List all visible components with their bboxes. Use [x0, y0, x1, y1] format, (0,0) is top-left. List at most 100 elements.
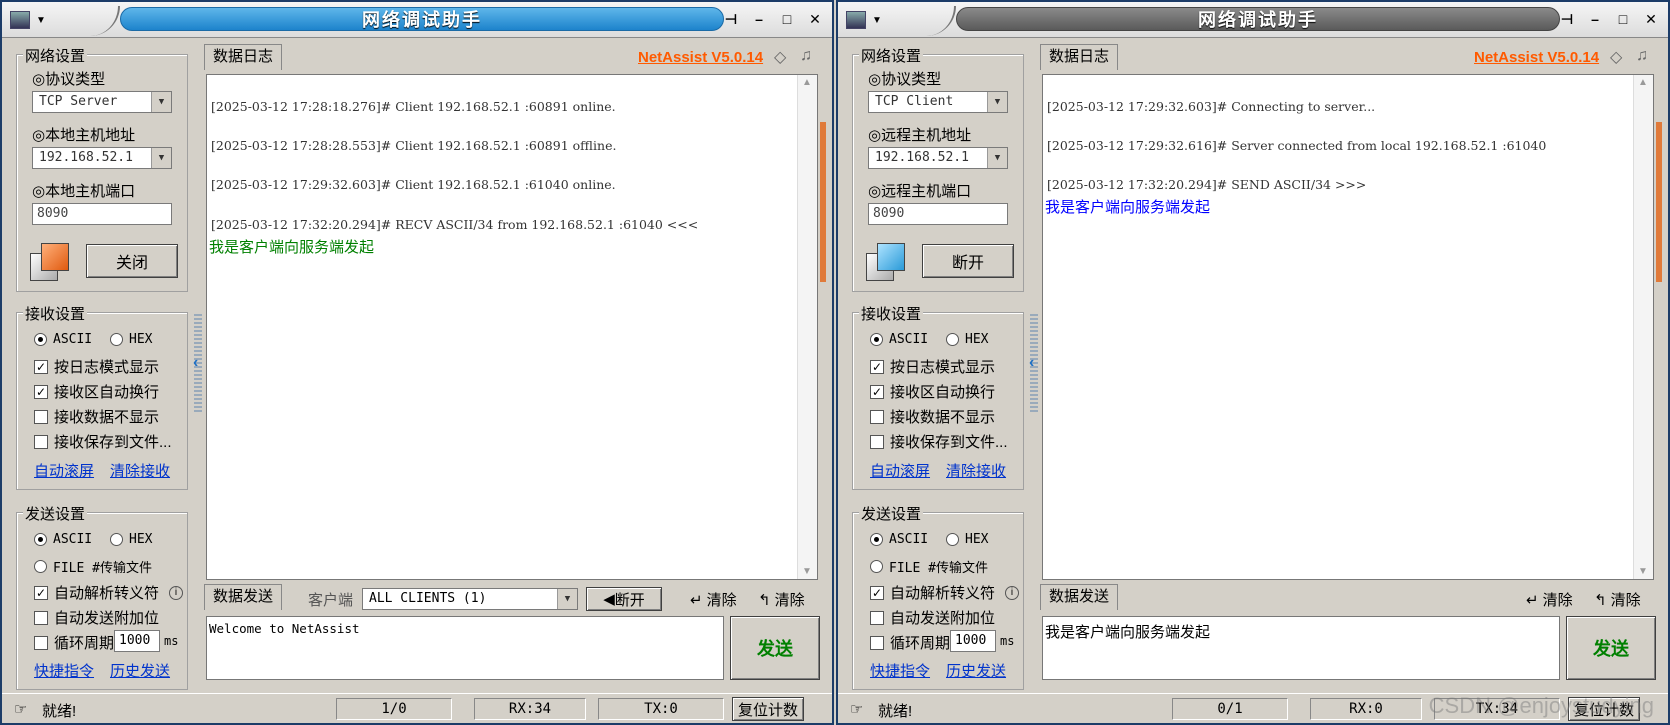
send-input[interactable]: Welcome to NetAssist [206, 616, 724, 680]
save-file-checkbox[interactable]: 接收保存到文件... [34, 431, 172, 452]
recv-ascii-radio[interactable]: ASCII [870, 332, 928, 347]
minimize-button[interactable]: – [1584, 8, 1606, 30]
log-scrollbar[interactable]: ▲ ▼ [1633, 75, 1653, 579]
maximize-button[interactable]: □ [776, 8, 798, 30]
status-text: 就绪! [878, 703, 913, 720]
clear-log-button[interactable]: ↰ 清除 [1594, 589, 1641, 610]
status-tx: TX:0 [598, 698, 724, 720]
brand-link[interactable]: NetAssist V5.0.14 [638, 49, 763, 66]
hide-data-checkbox[interactable]: 接收数据不显示 [34, 406, 159, 427]
log-mode-checkbox[interactable]: ✓ 按日志模式显示 [34, 356, 159, 377]
system-menu[interactable]: ▼ [846, 9, 918, 31]
append-checkbox[interactable]: 自动发送附加位 [34, 607, 159, 628]
receive-log-pane[interactable]: [2025-03-12 17:28:18.276]# Client 192.16… [206, 74, 818, 580]
file-mode-radio[interactable]: FILE #传输文件 [870, 557, 988, 576]
maximize-button[interactable]: □ [1612, 8, 1634, 30]
file-mode-radio[interactable]: FILE #传输文件 [34, 557, 152, 576]
cycle-period-input[interactable]: 1000 [114, 630, 160, 652]
app-icon [846, 11, 866, 29]
chevron-left-icon[interactable]: ‹ [1029, 354, 1034, 372]
recv-hex-radio[interactable]: HEX [946, 332, 988, 347]
send-ascii-radio[interactable]: ASCII [34, 532, 92, 547]
pin-icon[interactable]: ⊣ [1556, 8, 1578, 30]
auto-wrap-checkbox[interactable]: ✓ 接收区自动换行 [870, 381, 995, 402]
client-select[interactable]: ALL CLIENTS (1) ▼ [362, 588, 578, 610]
protocol-select[interactable]: TCP Client ▼ [868, 91, 1008, 113]
escape-checkbox[interactable]: ✓ 自动解析转义符 i [870, 582, 1020, 603]
port-input[interactable]: 8090 [868, 203, 1008, 225]
host-address-select[interactable]: 192.168.52.1 ▼ [868, 147, 1008, 169]
status-count: 0/1 [1172, 698, 1288, 720]
send-input[interactable]: 我是客户端向服务端发起 [1042, 616, 1560, 680]
reset-count-button[interactable]: 复位计数 [732, 697, 804, 721]
bell-icon[interactable]: ♫ [800, 47, 812, 65]
port-input[interactable]: 8090 [32, 203, 172, 225]
port-label: ◎本地主机端口 [32, 183, 136, 200]
recv-ascii-radio[interactable]: ASCII [34, 332, 92, 347]
system-menu[interactable]: ▼ [10, 9, 82, 31]
title-bar[interactable]: ▼ 网络调试助手 ⊣ – □ ✕ [838, 2, 1668, 38]
status-count: 1/0 [336, 698, 452, 720]
shortcuts-link[interactable]: 快捷指令 [34, 660, 94, 681]
send-ascii-radio[interactable]: ASCII [870, 532, 928, 547]
save-file-checkbox[interactable]: 接收保存到文件... [870, 431, 1008, 452]
close-connection-button[interactable]: 关闭 [86, 244, 178, 278]
host-address-select[interactable]: 192.168.52.1 ▼ [32, 147, 172, 169]
escape-checkbox[interactable]: ✓ 自动解析转义符 i [34, 582, 184, 603]
app-icon [10, 11, 30, 29]
autoscroll-link[interactable]: 自动滚屏 [870, 460, 930, 481]
clear-receive-link[interactable]: 清除接收 [946, 460, 1006, 481]
send-button[interactable]: 发送 [730, 616, 820, 680]
diamond-icon[interactable]: ◇ [774, 47, 786, 67]
log-mode-checkbox[interactable]: ✓ 按日志模式显示 [870, 356, 995, 377]
cycle-checkbox[interactable]: 循环周期 [34, 632, 114, 653]
pin-icon[interactable]: ⊣ [720, 8, 742, 30]
tab-data-log[interactable]: 数据日志 [1040, 44, 1119, 70]
tab-data-log[interactable]: 数据日志 [204, 44, 283, 70]
recv-hex-radio[interactable]: HEX [110, 332, 152, 347]
broom-icon: ↵ [690, 591, 703, 609]
protocol-select[interactable]: TCP Server ▼ [32, 91, 172, 113]
netassist-window-server: ▼ 网络调试助手 ⊣ – □ ✕ 网络设置 ◎协议类型 TCP Server ▼ … [0, 0, 834, 725]
cycle-period-input[interactable]: 1000 [950, 630, 996, 652]
info-icon[interactable]: i [169, 585, 184, 600]
auto-wrap-checkbox[interactable]: ✓ 接收区自动换行 [34, 381, 159, 402]
disconnect-button[interactable]: 断开 [922, 244, 1014, 278]
protocol-label: ◎协议类型 [32, 71, 106, 88]
title-bar[interactable]: ▼ 网络调试助手 ⊣ – □ ✕ [2, 2, 832, 38]
chevron-down-icon: ▼ [36, 14, 46, 26]
disconnect-client-button[interactable]: ◀ 断开 [586, 587, 662, 611]
cycle-checkbox[interactable]: 循环周期 [870, 632, 950, 653]
send-button[interactable]: 发送 [1566, 616, 1656, 680]
minimize-button[interactable]: – [748, 8, 770, 30]
tab-data-send[interactable]: 数据发送 [204, 584, 283, 610]
receive-log-pane[interactable]: [2025-03-12 17:29:32.603]# Connecting to… [1042, 74, 1654, 580]
brand-link[interactable]: NetAssist V5.0.14 [1474, 49, 1599, 66]
history-link[interactable]: 历史发送 [110, 660, 170, 681]
close-button[interactable]: ✕ [804, 8, 826, 30]
receive-settings-title: 接收设置 [23, 303, 88, 324]
clear-log-button[interactable]: ↰ 清除 [758, 589, 805, 610]
status-rx: RX:0 [1310, 698, 1422, 720]
shortcuts-link[interactable]: 快捷指令 [870, 660, 930, 681]
append-checkbox[interactable]: 自动发送附加位 [870, 607, 995, 628]
send-hex-radio[interactable]: HEX [110, 532, 152, 547]
history-link[interactable]: 历史发送 [946, 660, 1006, 681]
autoscroll-link[interactable]: 自动滚屏 [34, 460, 94, 481]
clear-send-button[interactable]: ↵ 清除 [690, 589, 737, 610]
tab-data-send[interactable]: 数据发送 [1040, 584, 1119, 610]
log-scrollbar[interactable]: ▲ ▼ [797, 75, 817, 579]
log-entry-header: [2025-03-12 17:32:20.294]# SEND ASCII/34… [1047, 177, 1367, 192]
cycle-unit: ms [164, 634, 179, 648]
undo-icon: ↰ [758, 591, 771, 609]
diamond-icon[interactable]: ◇ [1610, 47, 1622, 67]
cycle-unit: ms [1000, 634, 1015, 648]
info-icon[interactable]: i [1005, 585, 1020, 600]
chevron-left-icon[interactable]: ‹ [193, 354, 198, 372]
send-hex-radio[interactable]: HEX [946, 532, 988, 547]
close-button[interactable]: ✕ [1640, 8, 1662, 30]
hide-data-checkbox[interactable]: 接收数据不显示 [870, 406, 995, 427]
clear-send-button[interactable]: ↵ 清除 [1526, 589, 1573, 610]
clear-receive-link[interactable]: 清除接收 [110, 460, 170, 481]
bell-icon[interactable]: ♫ [1636, 47, 1648, 65]
